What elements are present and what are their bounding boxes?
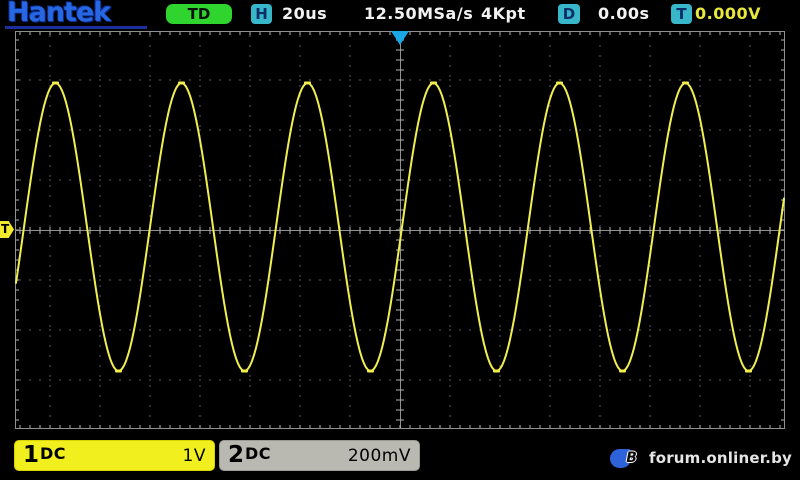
sample-rate-value: 12.50MSa/s (364, 4, 474, 23)
trigger-badge-icon: T (671, 4, 692, 24)
channel-bar: 1 DC 1V 2 DC 200mV B forum.onliner.by (0, 438, 800, 480)
delay-badge-icon: D (558, 4, 580, 24)
status-bar: Hantek TD H 20us 12.50MSa/s 4Kpt D 0.00s… (0, 0, 800, 30)
graticule-waveform-canvas (15, 31, 785, 429)
acquisition-mode-badge: TD (166, 4, 232, 24)
horizontal-badge-icon: H (251, 4, 272, 24)
channel1-badge[interactable]: 1 DC 1V (14, 440, 215, 471)
channel1-scale: 1V (182, 445, 206, 466)
channel2-coupling: DC (245, 444, 272, 463)
horizontal-offset-value: 0.00s (598, 4, 650, 23)
channel1-number: 1 (23, 442, 40, 468)
timebase-value: 20us (282, 4, 328, 23)
channel2-number: 2 (228, 442, 245, 468)
channel1-coupling: DC (40, 444, 67, 463)
oscilloscope-screen: Hantek TD H 20us 12.50MSa/s 4Kpt D 0.00s… (0, 0, 800, 480)
trigger-level-value: 0.000V (695, 4, 761, 23)
brand-logo: Hantek (7, 0, 111, 28)
channel2-scale: 200mV (347, 445, 411, 466)
channel2-badge[interactable]: 2 DC 200mV (219, 440, 420, 471)
watermark: B forum.onliner.by (609, 446, 792, 470)
onliner-logo-icon: B (609, 448, 637, 468)
record-length-value: 4Kpt (481, 4, 526, 23)
watermark-text: forum.onliner.by (648, 449, 792, 467)
brand-underline (5, 26, 147, 29)
